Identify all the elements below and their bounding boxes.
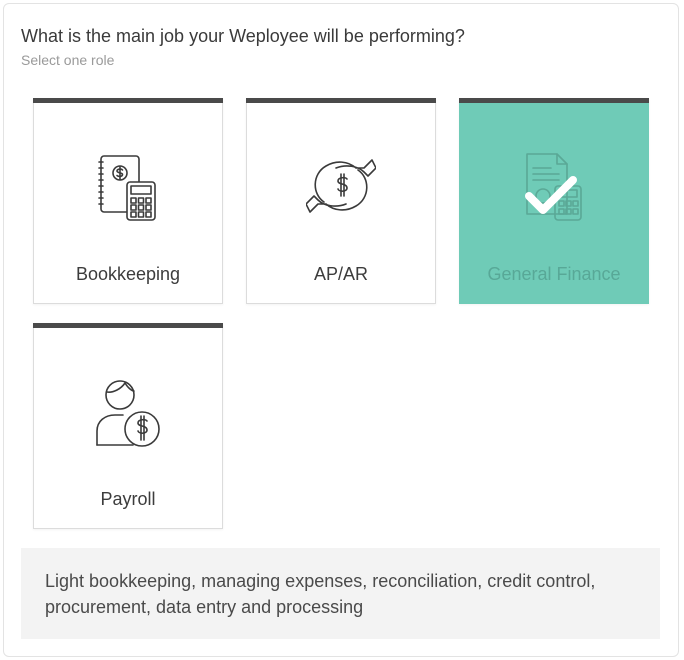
card-top-bar [33,323,223,328]
person-dollar-icon [96,380,160,447]
role-description: Light bookkeeping, managing expenses, re… [21,548,660,639]
card-top-bar [33,98,223,103]
role-card-payroll[interactable]: Payroll [33,323,223,529]
role-label-bookkeeping: Bookkeeping [75,264,181,284]
role-label-general-finance: General Finance [487,264,621,284]
role-label-payroll: Payroll [100,489,156,509]
role-card-general-finance[interactable]: General Finance [459,98,649,304]
role-card-bookkeeping[interactable]: Bookkeeping [33,98,223,304]
role-label-ap-ar: AP/AR [313,264,369,284]
dollar-exchange-icon [306,159,376,213]
ledger-calculator-icon [98,155,156,221]
document-calculator-icon [525,153,582,221]
question-subtitle: Select one role [21,52,115,68]
role-card-ap-ar[interactable]: AP/AR [246,98,436,304]
card-top-bar [246,98,436,103]
question-title: What is the main job your Weployee will … [21,26,465,46]
card-top-bar [459,98,649,103]
